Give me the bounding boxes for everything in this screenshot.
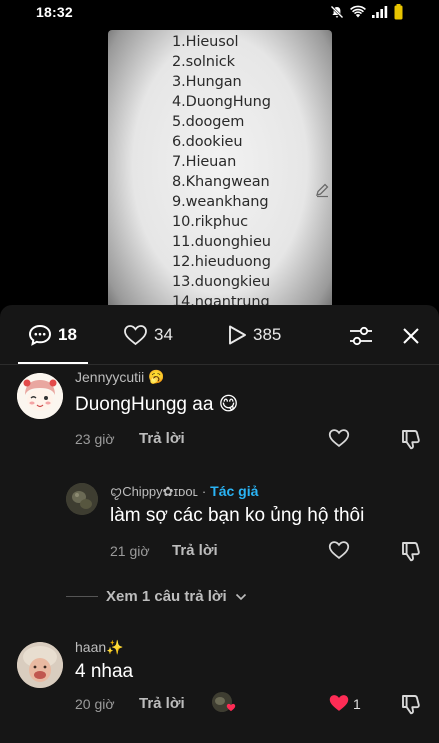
heart-outline-icon <box>328 541 350 560</box>
chevron-down-icon <box>235 593 246 600</box>
photo-of-paper: 1.Hieusol 2.solnick 3.Hungan 4.DuongHung 5.d… <box>108 30 332 306</box>
tab-comments[interactable]: 18 <box>28 324 77 346</box>
reply-button[interactable]: Trả lời <box>172 542 218 559</box>
heart-outline-icon <box>328 429 350 448</box>
status-time: 18:32 <box>36 4 73 20</box>
name-list: 1.Hieusol 2.solnick 3.Hungan 4.DuongHung 5.d… <box>172 32 271 306</box>
comment-username[interactable]: Jennyycutii 🥱 <box>75 369 164 385</box>
cartoon-girl-avatar <box>17 373 63 419</box>
name-list-item: 7.Hieuan <box>172 154 237 170</box>
likes-count: 34 <box>154 325 173 344</box>
name-list-item: 6.dookieu <box>172 134 243 150</box>
view-more-replies[interactable]: Xem 1 câu trả lời <box>66 588 247 605</box>
name-list-item: 3.Hungan <box>172 74 242 90</box>
comment-time: 23 giờ <box>75 431 115 447</box>
comment-username[interactable]: ꨄ︎Chippy✿ɪᴅᴏʟ · Tác giả <box>110 481 258 501</box>
name-list-item: 1.Hieusol <box>172 34 239 50</box>
like-count: 1 <box>353 696 361 712</box>
name-list-item: 13.duongkieu <box>172 274 271 290</box>
dislike-button[interactable] <box>400 428 422 455</box>
close-button[interactable] <box>401 326 421 351</box>
like-button[interactable] <box>328 540 350 565</box>
heart-outline-icon <box>124 325 147 346</box>
name-list-item: 14.ngantrung <box>172 294 270 306</box>
filter-button[interactable] <box>348 325 374 352</box>
battery-icon <box>394 4 403 20</box>
sliders-icon <box>350 326 372 346</box>
paper-note: 1.Hieusol 2.solnick 3.Hungan 4.DuongHung 5.d… <box>166 30 286 306</box>
name-list-item: 12.hieuduong <box>172 254 271 270</box>
view-more-label: Xem 1 câu trả lời <box>106 588 227 605</box>
close-icon <box>403 328 419 344</box>
wifi-icon <box>350 5 366 18</box>
photo-avatar <box>17 642 63 688</box>
comment-tabs: 18 34 385 <box>0 305 439 365</box>
like-button[interactable] <box>328 693 350 718</box>
name-list-item: 10.rikphuc <box>172 214 249 230</box>
comment-text: làm sợ các bạn ko ủng hộ thôi <box>110 505 365 526</box>
tab-likes[interactable]: 34 <box>123 324 173 346</box>
avatar[interactable] <box>66 483 98 515</box>
reply-button[interactable]: Trả lời <box>139 430 185 447</box>
dislike-button[interactable] <box>400 540 422 567</box>
username-text: ꨄ︎Chippy✿ɪᴅᴏʟ <box>110 484 198 499</box>
photo-avatar <box>66 483 98 515</box>
comment-time: 21 giờ <box>110 543 150 559</box>
reply-button[interactable]: Trả lời <box>139 695 185 712</box>
like-button[interactable] <box>328 428 350 453</box>
thumbs-down-icon <box>402 430 420 450</box>
name-list-item: 4.DuongHung <box>172 94 271 110</box>
comments-count: 18 <box>58 325 77 344</box>
username-text: haan✨ <box>75 639 124 655</box>
avatar[interactable] <box>17 373 63 419</box>
comment-bubble-icon <box>28 324 52 346</box>
thumbs-down-icon <box>402 542 420 562</box>
signal-icon <box>372 6 388 18</box>
comment-text: DuongHungg aa 😋 <box>75 394 239 415</box>
name-list-item: 8.Khangwean <box>172 174 270 190</box>
author-tag: Tác giả <box>210 483 259 499</box>
comment-text: 4 nhaa <box>75 661 134 682</box>
divider-line <box>66 596 98 597</box>
small-heart-icon <box>226 703 236 712</box>
name-list-item: 9.weankhang <box>172 194 269 210</box>
dislike-button[interactable] <box>400 693 422 720</box>
avatar[interactable] <box>17 642 63 688</box>
views-count: 385 <box>253 325 282 344</box>
tab-views[interactable]: 385 <box>227 324 281 346</box>
play-icon <box>229 325 246 345</box>
username-text: Jennyycutii <box>75 369 145 385</box>
separator-dot: · <box>201 483 207 499</box>
yawn-emoji: 🥱 <box>148 369 165 384</box>
mute-icon <box>330 5 344 19</box>
comment-sheet: 18 34 385 Jennyycutii 🥱 DuongHungg aa 😋 … <box>0 305 439 743</box>
edit-pencil-icon <box>316 183 329 198</box>
thumbs-down-icon <box>402 695 420 715</box>
tabs-divider <box>0 364 439 365</box>
status-icons <box>330 4 403 20</box>
heart-filled-icon <box>329 695 349 711</box>
name-list-item: 11.duonghieu <box>172 234 271 250</box>
status-bar: 18:32 <box>0 0 439 24</box>
name-list-item: 2.solnick <box>172 54 235 70</box>
name-list-item: 5.doogem <box>172 114 245 130</box>
comment-username[interactable]: haan✨ <box>75 639 124 656</box>
video-preview[interactable]: 1.Hieusol 2.solnick 3.Hungan 4.DuongHung 5.d… <box>0 24 439 306</box>
comment-time: 20 giờ <box>75 696 115 712</box>
